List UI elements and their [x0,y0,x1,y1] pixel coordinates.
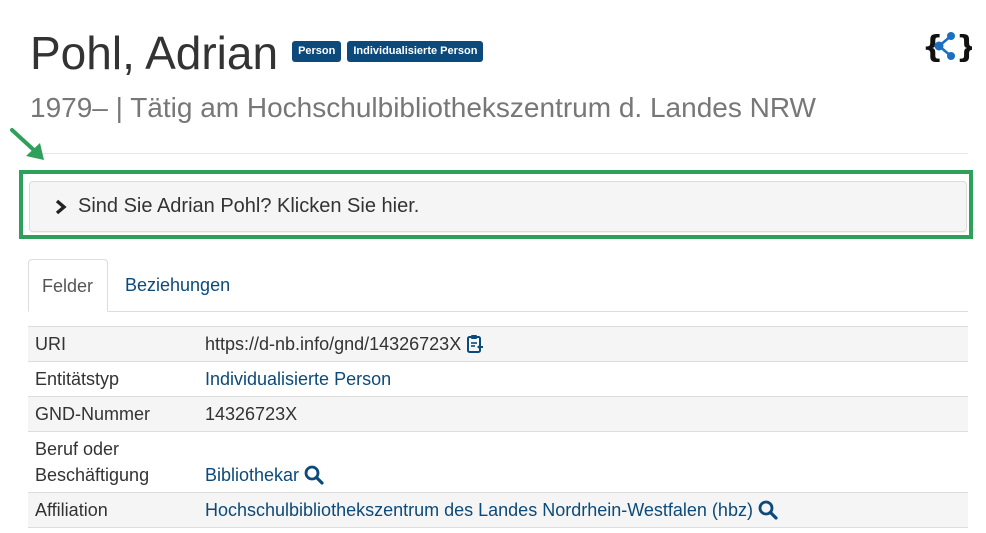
occupation-label-line2: Beschäftigung [35,465,150,485]
field-value: Individualisierte Person [205,362,968,396]
chevron-right-icon [55,199,67,214]
title-row: Pohl, Adrian Person Individualisierte Pe… [30,26,484,80]
page: Pohl, Adrian Person Individualisierte Pe… [0,0,986,533]
table-row-affiliation: Affiliation Hochschulbibliothekszentrum … [28,493,968,528]
claim-identity-text: Sind Sie Adrian Pohl? Klicken Sie hier. [78,195,420,217]
svg-text:}: } [956,30,972,65]
field-label: URI [35,334,66,354]
header-divider [28,153,968,154]
lobid-share-logo-icon[interactable]: { } [920,26,972,66]
search-icon[interactable] [304,465,324,485]
field-value: Hochschulbibliothekszentrum des Landes N… [205,493,968,527]
table-row-occupation: Beruf oder Beschäftigung Bibliothekar [28,432,968,493]
annotation-arrow-icon [10,128,44,160]
field-value: Bibliothekar [205,432,968,492]
field-value: 14326723X [205,397,968,431]
occupation-label-line1: Beruf oder [35,439,120,459]
badge-person: Person [292,40,342,62]
table-row-gnd-number: GND-Nummer 14326723X [28,397,968,432]
gnd-number-value: 14326723X [205,404,298,424]
field-label: Affiliation [35,500,108,520]
fields-table: URI https://d-nb.info/gnd/14326723X Enti… [28,326,968,528]
claim-identity-panel[interactable]: Sind Sie Adrian Pohl? Klicken Sie hier. [29,181,967,232]
affiliation-link[interactable]: Hochschulbibliothekszentrum des Landes N… [205,497,753,523]
badge-individualized-person: Individualisierte Person [347,40,484,62]
tab-fields[interactable]: Felder [28,259,108,312]
field-value: https://d-nb.info/gnd/14326723X [205,327,968,361]
entity-type-link[interactable]: Individualisierte Person [205,366,391,392]
table-row-entity-type: Entitätstyp Individualisierte Person [28,362,968,397]
field-label: Beruf oder Beschäftigung [28,432,205,492]
tab-bar: Felder Beziehungen [28,259,968,312]
field-label: GND-Nummer [35,404,150,424]
copy-to-clipboard-icon[interactable] [466,334,484,354]
table-row-uri: URI https://d-nb.info/gnd/14326723X [28,327,968,362]
occupation-link[interactable]: Bibliothekar [205,462,299,488]
page-title: Pohl, Adrian [30,27,279,79]
search-icon[interactable] [758,500,778,520]
page-subtitle: 1979– | Tätig am Hochschulbibliothekszen… [30,92,816,123]
tab-relations[interactable]: Beziehungen [112,259,243,312]
uri-value: https://d-nb.info/gnd/14326723X [205,334,462,354]
field-label: Entitätstyp [35,369,120,389]
